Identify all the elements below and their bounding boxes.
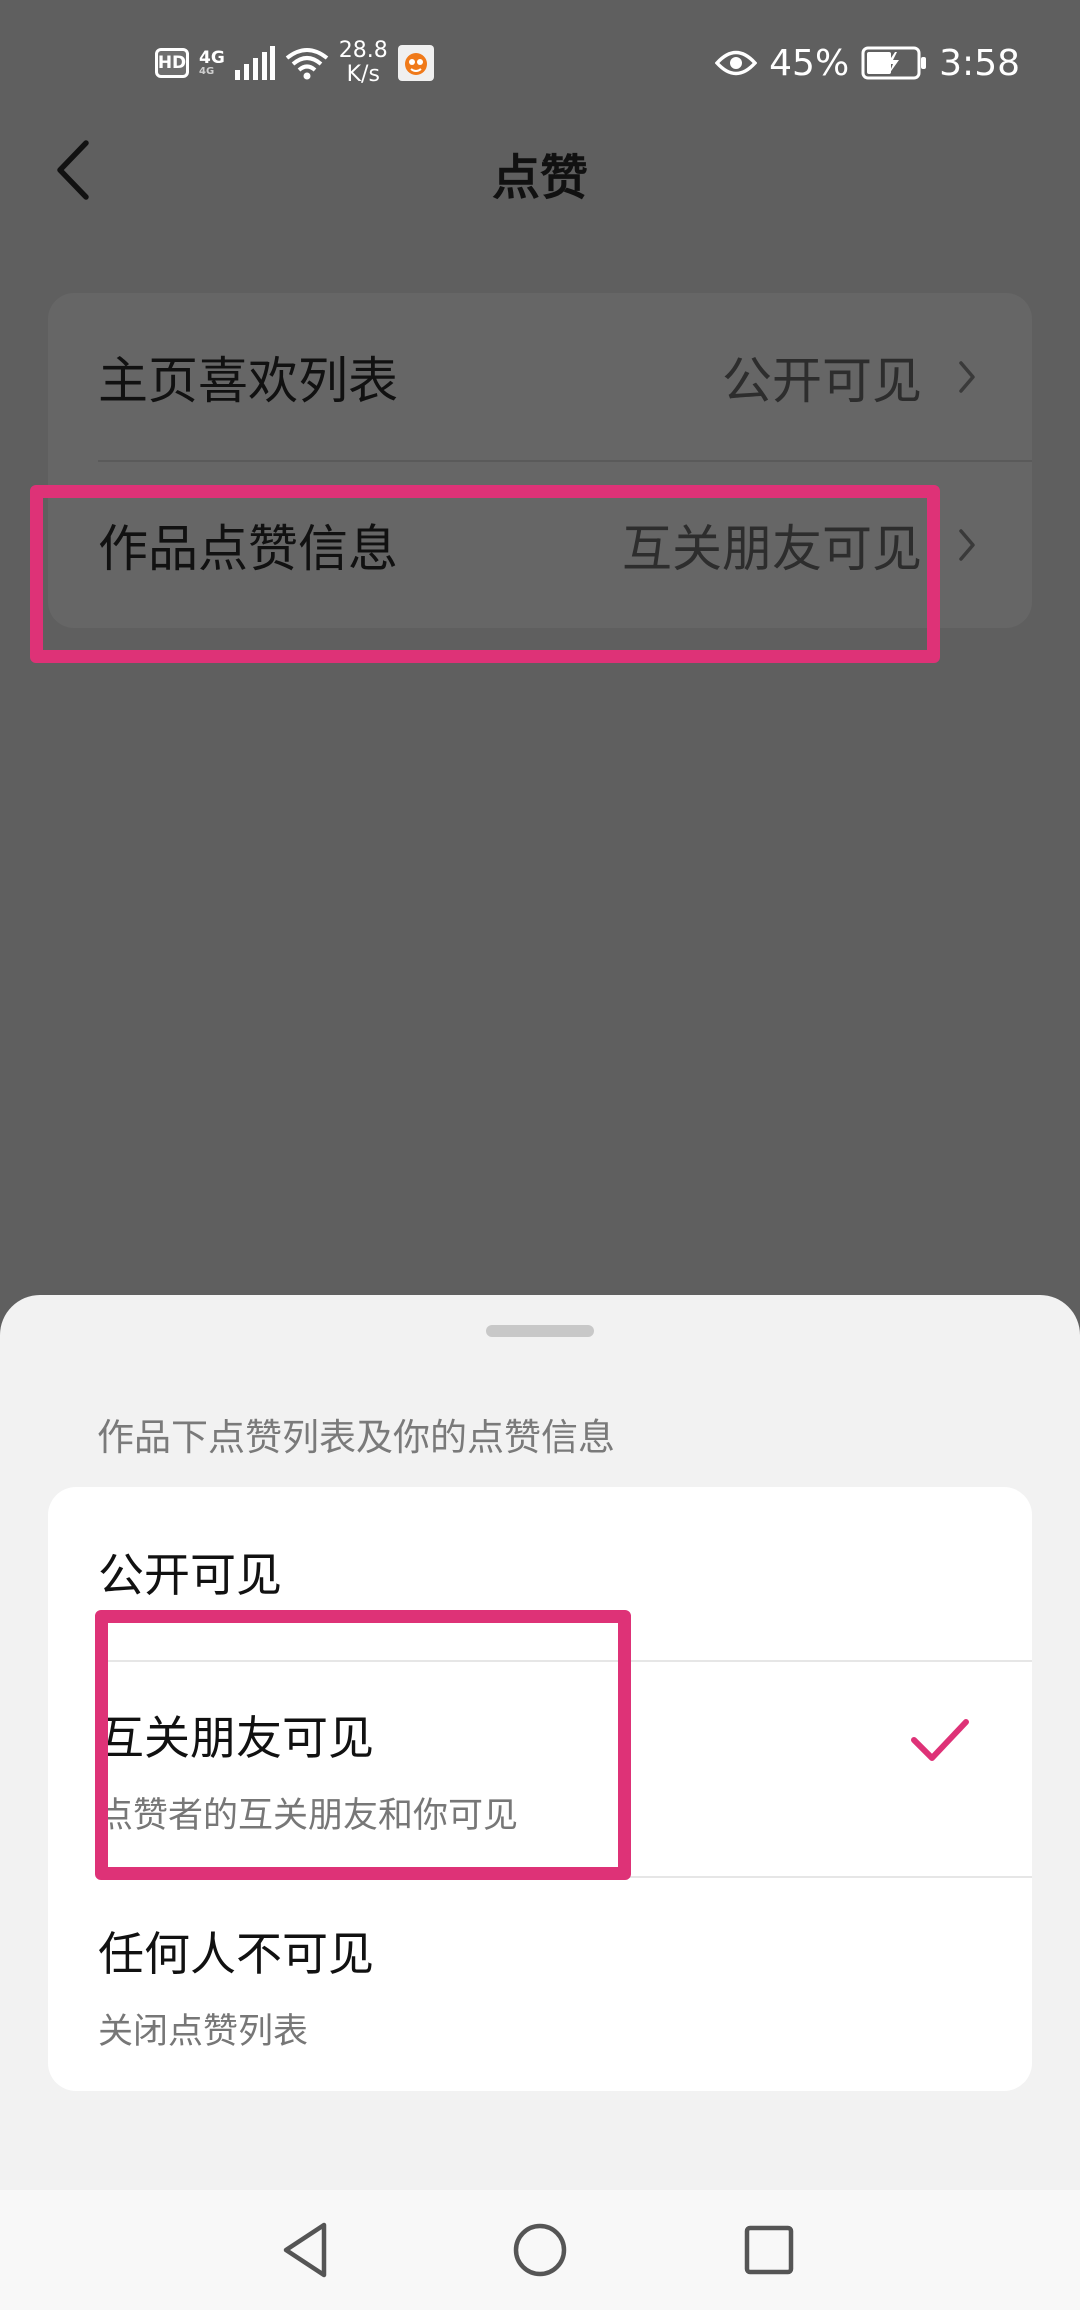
- network-type: 4G 4G: [199, 49, 225, 77]
- sheet-description: 作品下点赞列表及你的点赞信息: [97, 1416, 615, 1459]
- hd-badge: HD: [155, 48, 189, 78]
- network-speed-unit: K/s: [346, 62, 380, 87]
- setting-value: 公开可见: [722, 351, 922, 410]
- status-left: HD 4G 4G 28.8 K/s: [155, 36, 434, 90]
- option-nobody[interactable]: 任何人不可见 关闭点赞列表: [48, 1878, 1032, 2091]
- option-title: 任何人不可见: [98, 1927, 374, 1981]
- clock: 3:58: [939, 42, 1020, 84]
- highlight-box-setting-row: [30, 485, 940, 663]
- back-triangle-icon[interactable]: [272, 2215, 342, 2285]
- recents-square-icon[interactable]: [734, 2215, 804, 2285]
- network-type-label: 4G: [199, 48, 225, 68]
- signal-icon: [234, 46, 275, 80]
- chevron-right-icon: [959, 528, 975, 561]
- highlight-box-option: [95, 1610, 631, 1880]
- setting-label: 主页喜欢列表: [98, 351, 398, 410]
- status-bar: HD 4G 4G 28.8 K/s 45% 3:58: [0, 0, 1080, 130]
- page-title: 点赞: [491, 150, 588, 206]
- chevron-right-icon: [959, 360, 975, 393]
- battery-percent: 45%: [769, 42, 850, 84]
- option-subtitle: 关闭点赞列表: [98, 2012, 309, 2052]
- eye-icon: [715, 50, 758, 76]
- top-bar: 点赞: [0, 130, 1080, 290]
- wifi-icon: [285, 48, 329, 80]
- network-speed: 28.8 K/s: [339, 39, 388, 87]
- setting-row-homepage-likes[interactable]: 主页喜欢列表 公开可见: [48, 293, 1032, 460]
- option-title: 公开可见: [98, 1548, 282, 1602]
- battery-charging-icon: [861, 46, 927, 80]
- system-nav-bar: [0, 2190, 1080, 2310]
- status-right: 45% 3:58: [715, 36, 1020, 90]
- network-speed-value: 28.8: [338, 38, 388, 63]
- sheet-drag-handle[interactable]: [486, 1325, 594, 1337]
- checkmark-icon: [911, 1719, 969, 1761]
- app-notification-icon: [397, 45, 434, 81]
- network-type-sub: 4G: [199, 66, 215, 77]
- home-circle-icon[interactable]: [505, 2215, 575, 2285]
